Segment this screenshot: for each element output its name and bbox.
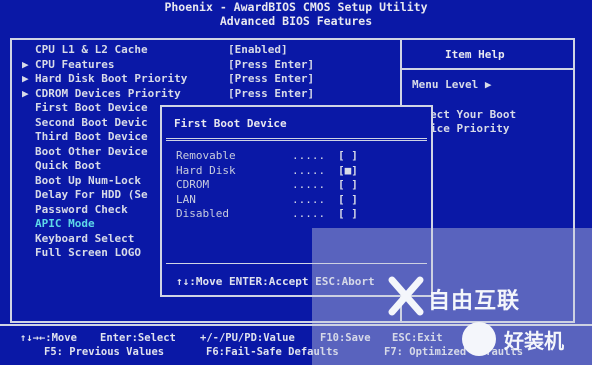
watermark-badge-icon (462, 322, 496, 356)
watermark-brand-text: 自由互联 (428, 289, 521, 314)
boot-option-checkbox[interactable]: [■] (338, 164, 358, 178)
menu-item-label: Third Boot Device (35, 130, 148, 143)
menu-item-label: APIC Mode (35, 217, 95, 230)
menu-item-label: First Boot Device (35, 101, 148, 114)
menu-item[interactable]: Boot Up Num-Lock (22, 174, 141, 188)
legend-previous-values: F5: Previous Values (44, 346, 165, 358)
menu-item[interactable]: Third Boot Device (22, 130, 148, 144)
watermark-logo-icon (388, 276, 424, 316)
menu-item[interactable]: Password Check (22, 203, 128, 217)
menu-item-value[interactable]: [Press Enter] (228, 87, 314, 101)
watermark-brand-text-2: 好装机 (504, 329, 564, 353)
menu-item[interactable]: ▶ Hard Disk Boot Priority (22, 72, 187, 86)
help-header-rule (400, 68, 575, 70)
menu-item[interactable]: Second Boot Devic (22, 116, 148, 130)
submenu-arrow-icon: ▶ (22, 57, 29, 71)
menu-item-label: CPU L1 & L2 Cache (35, 43, 148, 56)
boot-option-checkbox[interactable]: [ ] (338, 193, 358, 207)
menu-item-label: Quick Boot (35, 159, 102, 172)
bios-vendor-title: Phoenix - AwardBIOS CMOS Setup Utility (164, 0, 428, 14)
menu-item-value[interactable]: [Press Enter] (228, 58, 314, 72)
boot-option-label[interactable]: Removable (176, 149, 236, 163)
menu-item[interactable]: APIC Mode (22, 217, 95, 231)
boot-option-label[interactable]: LAN (176, 193, 196, 207)
legend-move: ↑↓→←:Move (20, 332, 77, 344)
help-menu-level: Menu Level ▶ (412, 78, 492, 91)
menu-item[interactable]: Full Screen LOGO (22, 246, 141, 260)
menu-item[interactable]: First Boot Device (22, 101, 148, 115)
menu-item-label: Full Screen LOGO (35, 246, 141, 259)
boot-option-leader: ..... (292, 207, 326, 220)
menu-item-label: Boot Up Num-Lock (35, 173, 141, 187)
boot-option-checkbox[interactable]: [ ] (338, 178, 358, 192)
menu-item[interactable]: Delay For HDD (Se (22, 188, 148, 202)
menu-item[interactable]: ▶ CDROM Devices Priority (22, 87, 181, 101)
popup-title-rule-2 (166, 140, 427, 141)
submenu-arrow-icon: ▶ (22, 86, 29, 100)
menu-item[interactable]: ▶ CPU Features (22, 58, 114, 72)
bios-title-bar: Phoenix - AwardBIOS CMOS Setup Utility A… (0, 0, 592, 30)
menu-item[interactable]: Boot Other Device (22, 145, 148, 159)
menu-item-label: Boot Other Device (35, 144, 148, 158)
boot-option-leader: ..... (292, 149, 326, 162)
menu-item[interactable]: Keyboard Select (22, 232, 134, 246)
menu-item-label: Second Boot Devic (35, 115, 148, 129)
menu-item[interactable]: Quick Boot (22, 159, 101, 173)
help-text-line1: ect Your Boot (430, 108, 517, 121)
boot-option-checkbox[interactable]: [ ] (338, 207, 358, 221)
popup-title: First Boot Device (174, 117, 287, 130)
bios-page-title: Advanced BIOS Features (219, 14, 373, 28)
legend-select: Enter:Select (100, 332, 176, 344)
menu-item-label: CDROM Devices Priority (35, 86, 181, 100)
menu-item-label: Keyboard Select (35, 231, 135, 245)
item-help-title: Item Help (445, 48, 505, 61)
menu-item-label: Password Check (35, 202, 128, 216)
menu-item-value[interactable]: [Press Enter] (228, 72, 314, 86)
menu-item-label: CPU Features (35, 57, 115, 71)
menu-item[interactable]: CPU L1 & L2 Cache (22, 43, 148, 57)
boot-option-label[interactable]: CDROM (176, 178, 209, 192)
boot-option-label[interactable]: Disabled (176, 207, 229, 221)
boot-option-leader: ..... (292, 163, 326, 177)
boot-option-leader: ..... (292, 178, 326, 191)
help-text-line2: ice Priority (430, 122, 510, 135)
boot-option-label[interactable]: Hard Disk (176, 164, 236, 178)
menu-item-value[interactable]: [Enabled] (228, 43, 288, 57)
menu-item-label: Delay For HDD (Se (35, 188, 148, 201)
legend-value: +/-/PU/PD:Value (200, 332, 295, 344)
boot-option-checkbox[interactable]: [ ] (338, 149, 358, 163)
menu-item-label: Hard Disk Boot Priority (35, 72, 188, 85)
boot-option-leader: ..... (292, 192, 326, 206)
submenu-arrow-icon: ▶ (22, 72, 29, 85)
popup-title-rule (166, 138, 427, 139)
